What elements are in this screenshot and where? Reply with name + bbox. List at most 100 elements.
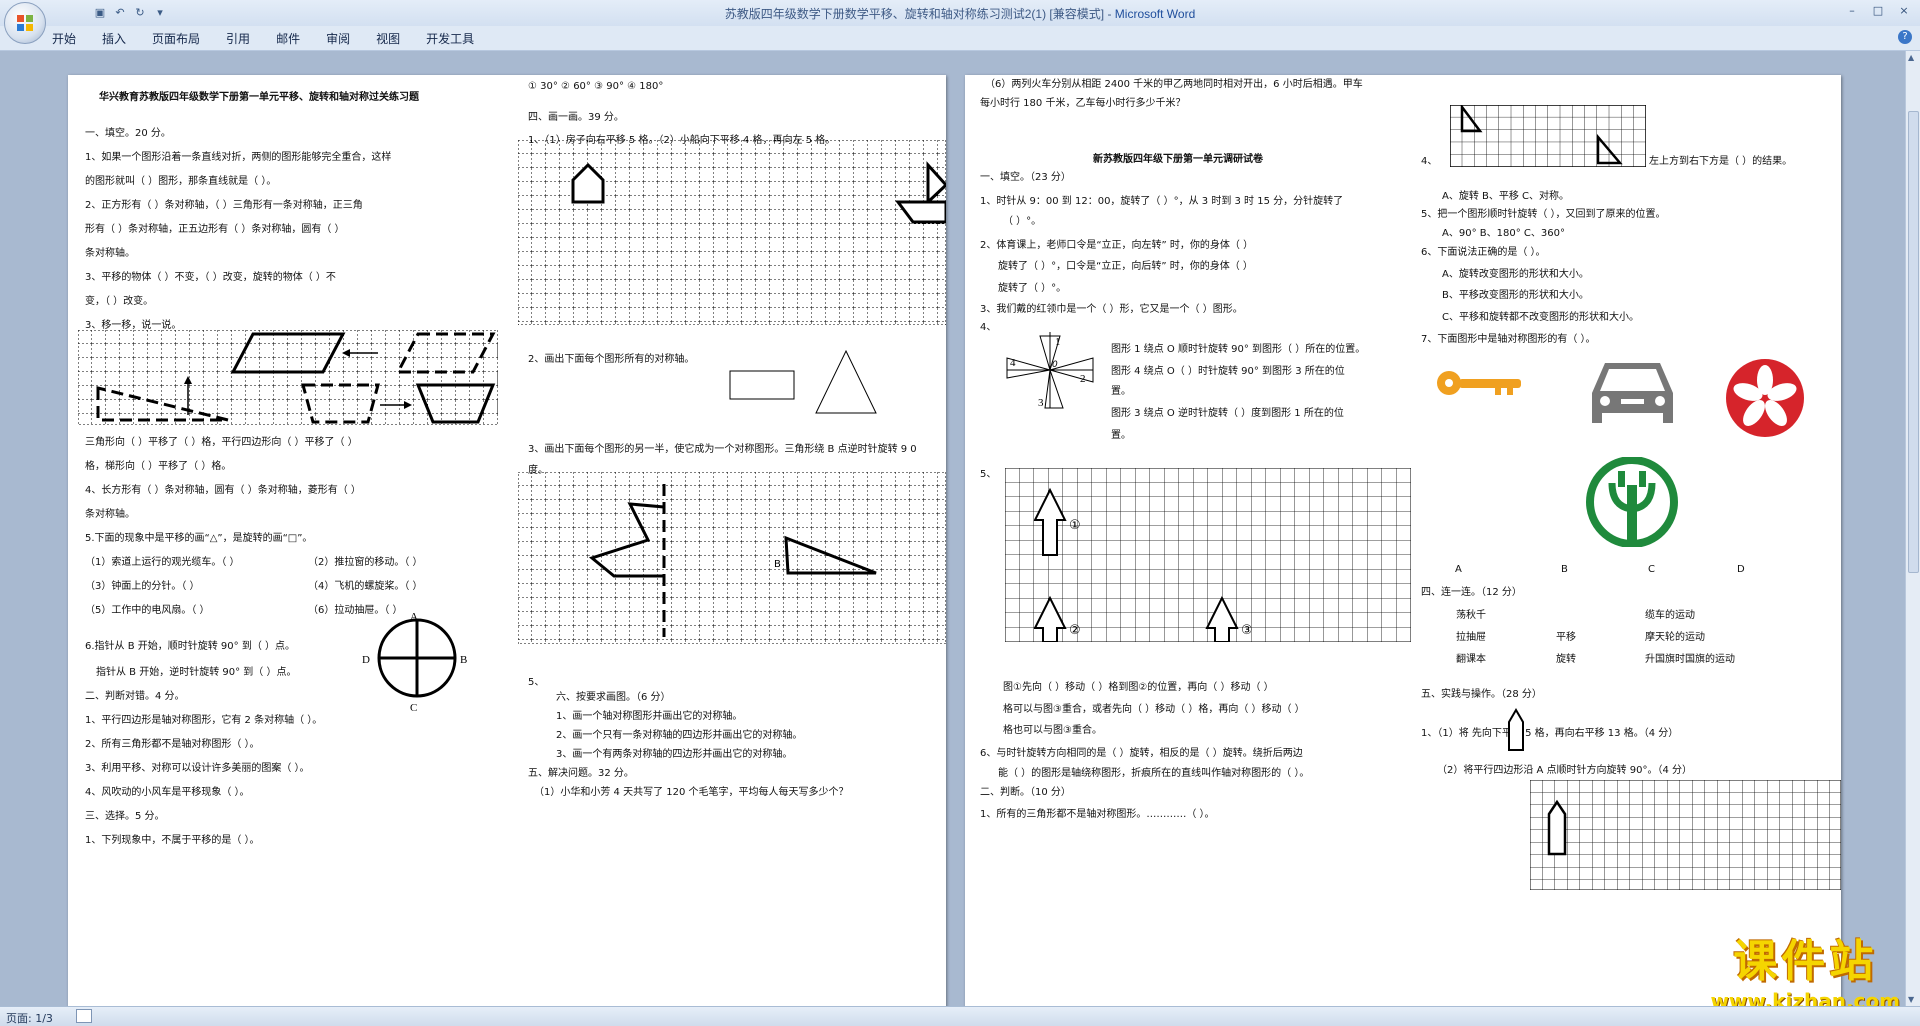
scroll-down-icon[interactable]: ▼: [1908, 995, 1914, 1004]
arrow-label-1: ①: [1069, 518, 1081, 533]
proofing-icon[interactable]: [76, 1009, 92, 1023]
text-line: 平移: [1556, 632, 1576, 643]
pinwheel-label-2: 2: [1080, 373, 1086, 385]
text-line: 四、画一画。39 分。: [528, 112, 624, 123]
text-line: 3、移一移，说一说。: [85, 320, 182, 331]
office-logo-icon: [17, 15, 33, 31]
text-line: （1）小华和小芳 4 天共写了 120 个毛笔字，平均每人每天写多少个？: [534, 787, 849, 798]
document-title: 苏教版四年级数学下册数学平移、旋转和轴对称练习测试2(1) [兼容模式]: [724, 7, 1105, 21]
text-line: 6.指针从 B 开始，顺时针旋转 90° 到（ ）点。: [85, 641, 296, 652]
text-line: 1、如果一个图形沿着一条直线对折，两侧的图形能够完全重合，这样: [85, 152, 392, 163]
text-line: 条对称轴。: [85, 248, 135, 259]
text-line: 荡秋千: [1456, 610, 1486, 621]
text-line: 6、与时针旋转方向相同的是（ ）旋转，相反的是（ ）旋转。绕折后两边: [980, 748, 1303, 759]
text-line: 六、按要求画图。（6 分）: [556, 692, 671, 703]
text-line: A、旋转 B、平移 C、对称。: [1442, 191, 1570, 202]
small-arrow-icon: [1507, 708, 1525, 752]
text-line: 旋转了（ ）°，口令是“立正，向后转” 时，你的身体（ ）: [998, 261, 1253, 272]
arrow-label-3: ③: [1241, 623, 1253, 638]
text-line: B、平移改变图形的形状和大小。: [1442, 290, 1589, 301]
tab-mailings[interactable]: 邮件: [276, 30, 300, 47]
clock-label-c: C: [410, 702, 417, 713]
text-line: 条对称轴。: [85, 509, 135, 520]
app-name: Microsoft Word: [1114, 7, 1196, 21]
point-label-b: B: [774, 559, 781, 570]
text-line: 格也可以与图③重合。: [1003, 725, 1102, 736]
text-line: 6、下面说法正确的是（ ）。: [1421, 247, 1546, 258]
text-line: 二、判断对错。4 分。: [85, 691, 185, 702]
text-line: A、90° B、180° C、360°: [1442, 228, 1565, 239]
text-line: 指针从 B 开始，逆时针旋转 90° 到（ ）点。: [96, 667, 297, 678]
text-line: （5）工作中的电风扇。（ ）: [85, 605, 210, 616]
clock-label-a: A: [410, 613, 418, 623]
option-label-d: D: [1737, 564, 1745, 575]
flag-grid-figure: [1449, 103, 1647, 168]
pinwheel-label-o: 0: [1052, 360, 1058, 370]
text-line: 3、画一个有两条对称轴的四边形并画出它的对称轴。: [556, 749, 793, 760]
document-page-left[interactable]: 华兴教育苏教版四年级数学下册第一单元平移、旋转和轴对称过关练习题 一、填空。20…: [68, 75, 946, 1015]
text-line: 置。: [1111, 386, 1131, 397]
rotation-grid-figure: B: [517, 471, 946, 645]
arrow-grid-svg: ① ② ③: [1004, 467, 1412, 643]
text-line: 2、所有三角形都不是轴对称图形（ ）。: [85, 739, 260, 750]
bank-logo-icon: [1582, 456, 1682, 548]
text-line: 1、画一个轴对称图形并画出它的对称轴。: [556, 711, 743, 722]
key-icon: [1435, 363, 1525, 403]
option-label-b: B: [1561, 564, 1568, 575]
text-line: （2）推拉窗的移动。（ ）: [308, 557, 423, 568]
window-title: 苏教版四年级数学下册数学平移、旋转和轴对称练习测试2(1) [兼容模式] - M…: [724, 7, 1196, 21]
rotation-grid-svg: B: [517, 471, 946, 645]
text-line: 3、利用平移、对称可以设计许多美丽的图案（ ）。: [85, 763, 310, 774]
maximize-button[interactable]: □: [1866, 2, 1890, 20]
text-line: 格，梯形向（ ）平移了（ ）格。: [85, 461, 232, 472]
text-line: 1、时针从 9：00 到 12：00，旋转了（ ）°，从 3 时到 3 时 15…: [980, 196, 1344, 207]
watermark-logo: 课件站 www.kjzhan.com: [1710, 925, 1900, 1013]
car-icon: [1585, 355, 1680, 433]
text-line: （4）飞机的螺旋桨。（ ）: [308, 581, 423, 592]
close-button[interactable]: ×: [1892, 2, 1916, 20]
text-line: （2）将平行四边形沿 A 点顺时针方向旋转 90°。（4 分）: [1437, 765, 1693, 776]
house-boat-grid-svg: [517, 139, 946, 326]
tab-home[interactable]: 开始: [52, 30, 76, 47]
pinwheel-svg: 1 2 3 4 0: [1006, 332, 1094, 409]
tab-references[interactable]: 引用: [226, 30, 250, 47]
text-line: 1、所有的三角形都不是轴对称图形。…………（ ）。: [980, 809, 1215, 820]
text-line: 5、: [528, 677, 545, 688]
arrow-grid-figure: ① ② ③: [1004, 467, 1412, 643]
text-line: 2、画一个只有一条对称轴的四边形并画出它的对称轴。: [556, 730, 803, 741]
office-button[interactable]: [4, 2, 46, 44]
clock-label-b: B: [460, 654, 467, 666]
page-title: 华兴教育苏教版四年级数学下册第一单元平移、旋转和轴对称过关练习题: [99, 92, 419, 103]
window-controls: – □ ×: [1840, 2, 1916, 20]
clock-label-d: D: [362, 654, 370, 666]
text-line: 翻课本: [1456, 654, 1486, 665]
text-line: 五、解决问题。32 分。: [528, 768, 634, 779]
document-page-right[interactable]: （6）两列火车分别从相距 2400 千米的甲乙两地同时相对开出，6 小时后相遇。…: [965, 75, 1841, 1015]
pinwheel-label-4: 4: [1010, 357, 1016, 369]
text-line: 5、: [980, 469, 997, 480]
text-line: （1）索道上运行的观光缆车。（ ）: [85, 557, 240, 568]
text-line: 4、风吹动的小风车是平移现象（ ）。: [85, 787, 250, 798]
text-line: 一、填空。20 分。: [85, 128, 171, 139]
text-line: 每小时行 180 千米，乙车每小时行多少千米？: [980, 98, 1186, 109]
vertical-scrollbar[interactable]: ▲ ▼: [1905, 51, 1920, 1006]
ribbon-tabs: 开始 插入 页面布局 引用 邮件 审阅 视图 开发工具: [52, 30, 474, 47]
text-line: 1、平行四边形是轴对称图形，它有 2 条对称轴（ ）。: [85, 715, 323, 726]
arrow-label-2: ②: [1069, 623, 1081, 638]
text-line: 拉抽屉: [1456, 632, 1486, 643]
tab-review[interactable]: 审阅: [326, 30, 350, 47]
help-icon[interactable]: ?: [1898, 30, 1912, 44]
page-indicator[interactable]: 页面: 1/3: [6, 1010, 53, 1026]
tab-page-layout[interactable]: 页面布局: [152, 30, 200, 47]
text-line: 3、我们戴的红领巾是一个（ ）形，它又是一个（ ）图形。: [980, 304, 1243, 315]
scrollbar-thumb[interactable]: [1908, 111, 1919, 573]
text-line: 格可以与图③重合，或者先向（ ）移动（ ）格，再向（ ）移动（ ）: [1003, 704, 1305, 715]
tab-developer[interactable]: 开发工具: [426, 30, 474, 47]
text-line: 3、平移的物体（ ）不变，（ ）改变，旋转的物体（ ）不: [85, 272, 336, 283]
tab-insert[interactable]: 插入: [102, 30, 126, 47]
text-line: C、平移和旋转都不改变图形的形状和大小。: [1442, 312, 1639, 323]
scroll-up-icon[interactable]: ▲: [1908, 53, 1914, 62]
tab-view[interactable]: 视图: [376, 30, 400, 47]
minimize-button[interactable]: –: [1840, 2, 1864, 20]
text-line: 1、（1）将 先向下平移 5 格，再向右平移 13 格。（4 分）: [1421, 728, 1679, 739]
